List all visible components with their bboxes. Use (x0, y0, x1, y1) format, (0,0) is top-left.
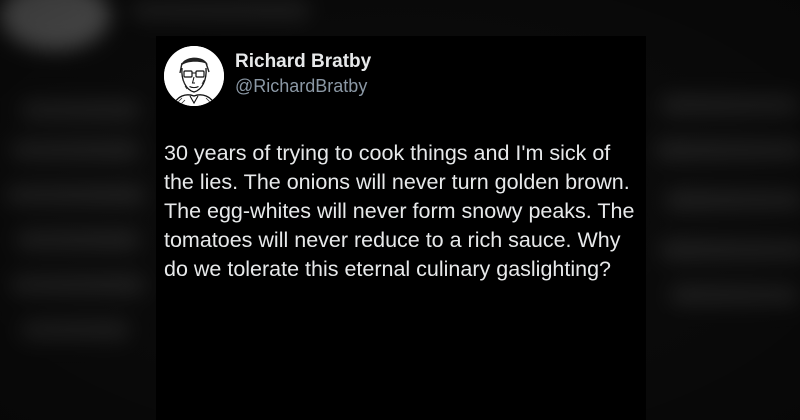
author-names: Richard Bratby @RichardBratby (235, 50, 371, 98)
tweet-text: 30 years of trying to cook things and I'… (164, 141, 635, 281)
avatar[interactable] (164, 46, 224, 106)
sketch-portrait-icon (164, 46, 224, 106)
screenshot-stage: Richard Bratby @RichardBratby 30 years o… (0, 0, 800, 420)
tweet-card: Richard Bratby @RichardBratby 30 years o… (156, 36, 646, 420)
tweet-header: Richard Bratby @RichardBratby (164, 46, 371, 106)
display-name[interactable]: Richard Bratby (235, 50, 371, 74)
user-handle[interactable]: @RichardBratby (235, 74, 371, 98)
